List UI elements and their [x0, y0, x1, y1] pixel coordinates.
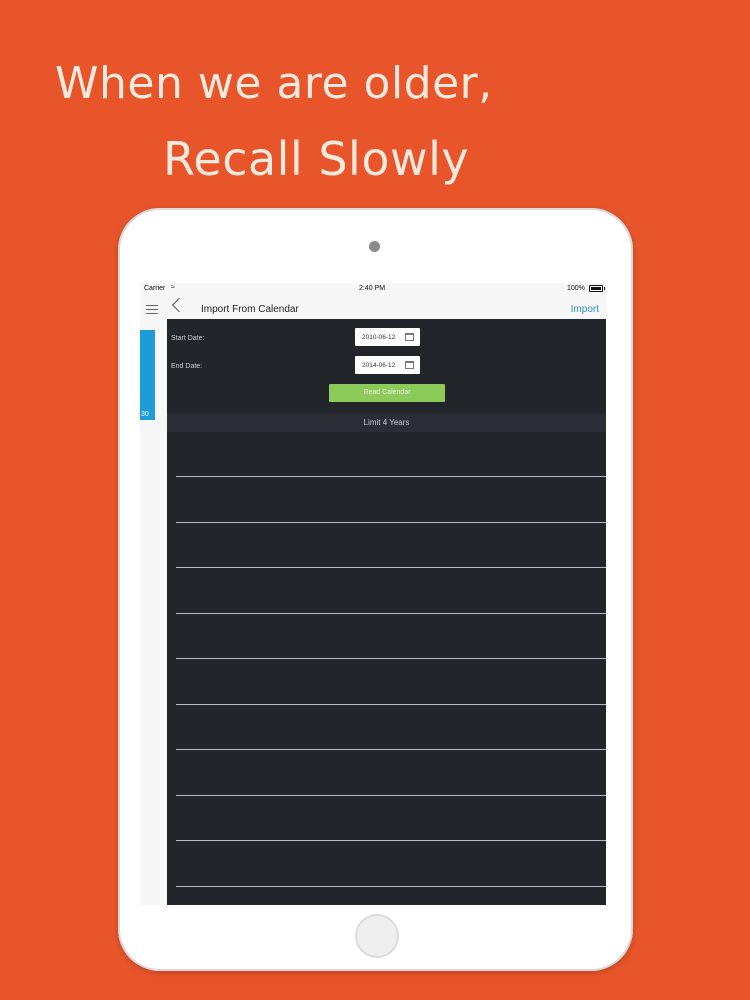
limit-notice: Limit 4 Years [167, 414, 606, 432]
list-row-divider [176, 840, 606, 841]
sidebar-selected-strip[interactable] [140, 330, 155, 420]
list-row-divider [176, 749, 606, 750]
menu-icon[interactable] [146, 305, 158, 314]
carrier-label: Carrier [144, 285, 166, 292]
list-row-divider [176, 886, 606, 887]
start-date-field[interactable]: 2010-06-12 [355, 328, 420, 346]
calendar-icon[interactable] [405, 333, 414, 341]
list-row-divider [176, 795, 606, 796]
import-button[interactable]: Import [571, 304, 599, 315]
battery-icon [589, 285, 605, 292]
list-row-divider [176, 613, 606, 614]
sidebar: 30 [140, 295, 167, 905]
list-row-divider [176, 567, 606, 568]
end-date-value: 2014-06-12 [362, 362, 396, 369]
sidebar-count: 30 [141, 411, 149, 418]
app-screen: Carrier ≈ 2:40 PM 100% 30 Import From Ca… [140, 283, 606, 905]
start-date-label: Start Date: [171, 335, 205, 342]
import-content: Start Date: 2010-06-12 End Date: 2014-06… [167, 319, 606, 905]
end-date-field[interactable]: 2014-06-12 [355, 356, 420, 374]
nav-bar: Import From Calendar Import [167, 295, 606, 319]
read-calendar-button[interactable]: Read Calendar [329, 384, 445, 402]
battery-percent: 100% [567, 285, 585, 292]
back-chevron-icon[interactable] [171, 297, 187, 313]
wifi-icon: ≈ [171, 284, 175, 291]
end-date-label: End Date: [171, 363, 203, 370]
home-button[interactable] [355, 914, 399, 958]
start-date-value: 2010-06-12 [362, 334, 396, 341]
promo-headline-2: Recall Slowly [163, 132, 470, 186]
promo-headline-1: When we are older, [55, 58, 493, 109]
list-row-divider [176, 476, 606, 477]
status-bar: Carrier ≈ 2:40 PM 100% [140, 283, 606, 295]
list-row-divider [176, 704, 606, 705]
page-title: Import From Calendar [201, 304, 299, 315]
camera-dot [369, 241, 380, 252]
calendar-icon[interactable] [405, 361, 414, 369]
status-time: 2:40 PM [359, 285, 386, 292]
list-row-divider [176, 522, 606, 523]
ipad-frame: Carrier ≈ 2:40 PM 100% 30 Import From Ca… [118, 208, 633, 971]
list-row-divider [176, 658, 606, 659]
